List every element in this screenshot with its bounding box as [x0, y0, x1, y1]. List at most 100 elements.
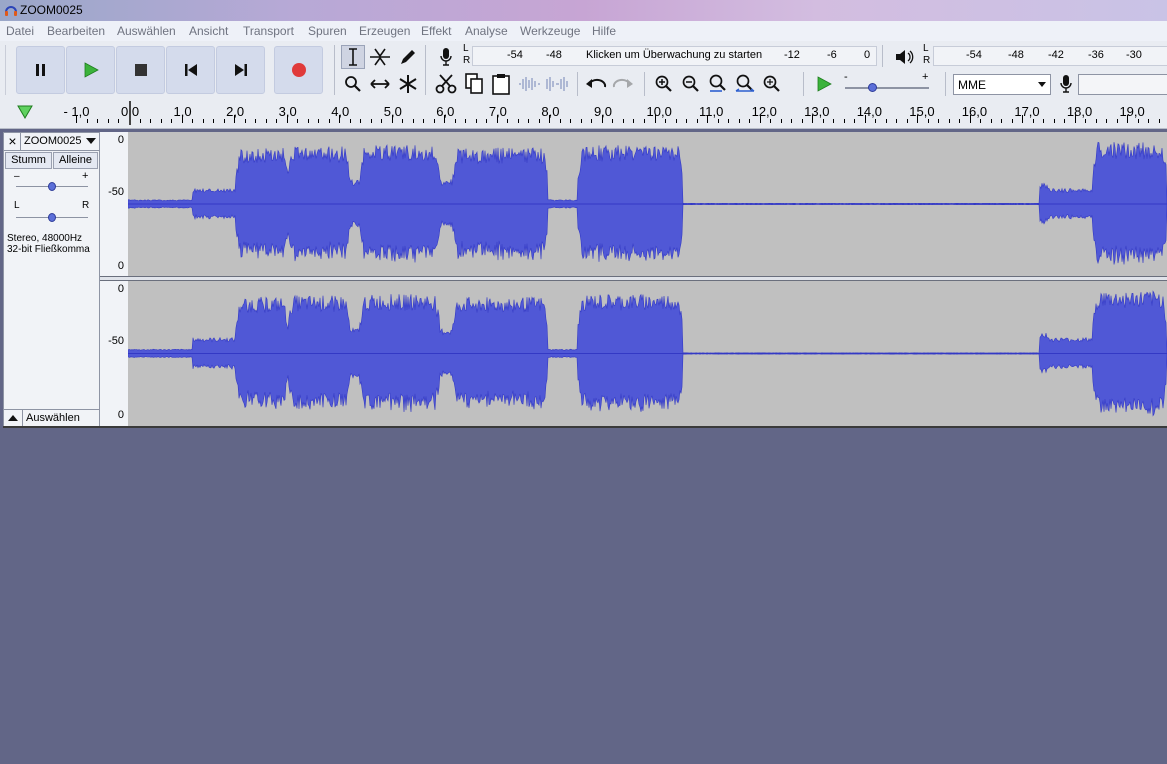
audio-host-value: MME	[958, 78, 986, 92]
ruler-tick	[444, 115, 446, 123]
ruler-tick	[854, 119, 856, 123]
menu-erzeugen[interactable]: Erzeugen	[359, 24, 410, 38]
track-name-menu[interactable]: ZOOM0025	[24, 135, 81, 147]
ruler-tick	[738, 119, 740, 123]
timeline-cursor	[129, 101, 131, 125]
menu-analyse[interactable]: Analyse	[465, 24, 508, 38]
scale-bottom-label: 0	[117, 409, 124, 421]
timeshift-tool[interactable]	[368, 72, 392, 96]
ruler-tick	[402, 119, 404, 123]
menu-hilfe[interactable]: Hilfe	[592, 24, 616, 38]
track-close-button[interactable]: ×	[5, 133, 21, 150]
track-control-panel: × ZOOM0025 Stumm Alleine – + L R Stereo,…	[3, 132, 100, 427]
ruler-tick	[1074, 115, 1076, 123]
paste-button[interactable]	[489, 72, 513, 96]
ruler-tick	[812, 115, 814, 123]
toolbar-grip[interactable]	[5, 45, 6, 95]
track-select-button[interactable]: Auswählen	[22, 410, 80, 426]
play-at-speed-button[interactable]	[812, 72, 836, 96]
trim-audio-icon	[519, 77, 540, 91]
waveform-left-channel[interactable]	[128, 132, 1167, 276]
scissors-icon	[435, 74, 457, 94]
zoom-in-button[interactable]	[652, 72, 676, 96]
envelope-tool[interactable]	[368, 45, 392, 69]
ruler-tick	[391, 115, 393, 123]
speed-slider-track[interactable]	[845, 87, 929, 89]
draw-tool[interactable]	[396, 45, 420, 69]
pause-button[interactable]	[16, 46, 65, 94]
menu-datei[interactable]: Datei	[6, 24, 34, 38]
toolbar-separator	[334, 45, 335, 95]
ruler-label: 9,0	[593, 104, 613, 119]
play-icon	[84, 62, 99, 78]
ruler-tick	[528, 119, 530, 123]
track-bottom-border	[3, 426, 1167, 428]
silence-button[interactable]	[545, 72, 569, 96]
stop-button[interactable]	[116, 46, 165, 94]
zoom-tool[interactable]	[341, 72, 365, 96]
audio-host-select[interactable]: MME	[953, 74, 1051, 95]
toolbar-separator	[945, 72, 946, 96]
pan-slider-thumb[interactable]	[48, 213, 56, 222]
ruler-tick	[927, 119, 929, 123]
ruler-tick	[843, 119, 845, 123]
zoom-fit-icon	[735, 74, 755, 92]
menu-ansicht[interactable]: Ansicht	[189, 24, 228, 38]
zoom-out-icon	[682, 75, 699, 92]
record-meter-hint: Klicken um Überwachung zu starten	[586, 49, 763, 61]
track-select-row[interactable]: Auswählen	[4, 409, 99, 426]
playback-meter[interactable]: -54 -48 -42 -36 -30	[933, 46, 1167, 66]
mute-button[interactable]: Stumm	[5, 152, 52, 169]
record-meter[interactable]: -54 -48 Klicken um Überwachung zu starte…	[472, 46, 877, 66]
multi-tool[interactable]	[396, 72, 420, 96]
ruler-tick	[1043, 119, 1045, 123]
selection-tool[interactable]	[341, 45, 365, 69]
meter-tick: -36	[1088, 49, 1104, 61]
zoom-selection-icon	[709, 74, 726, 92]
record-button[interactable]	[274, 46, 323, 94]
menu-transport[interactable]: Transport	[243, 24, 294, 38]
skip-end-button[interactable]	[216, 46, 265, 94]
gain-slider-thumb[interactable]	[48, 182, 56, 191]
speed-slider-thumb[interactable]	[868, 83, 877, 92]
menu-effekt[interactable]: Effekt	[421, 24, 451, 38]
record-meter-button[interactable]	[434, 45, 458, 69]
ruler-tick	[423, 119, 425, 123]
ruler-tick	[150, 119, 152, 123]
playhead-triangle-icon[interactable]	[17, 105, 33, 119]
chevron-down-icon[interactable]	[86, 138, 96, 145]
timeline-ruler[interactable]: - 1,00,01,02,03,04,05,06,07,08,09,010,01…	[0, 99, 1167, 129]
i-beam-icon	[349, 48, 357, 66]
cut-button[interactable]	[434, 72, 458, 96]
skip-start-button[interactable]	[166, 46, 215, 94]
copy-button[interactable]	[462, 72, 486, 96]
recording-device-select[interactable]	[1078, 74, 1167, 95]
menu-bearbeiten[interactable]: Bearbeiten	[47, 24, 105, 38]
zoom-toggle-button[interactable]	[760, 72, 784, 96]
track-format-rate: Stereo, 48000Hz	[7, 233, 83, 244]
redo-button[interactable]	[611, 72, 635, 96]
ruler-tick	[265, 119, 267, 123]
ruler-tick	[475, 119, 477, 123]
play-icon	[817, 76, 832, 92]
trim-button[interactable]	[517, 72, 541, 96]
menu-bar: Datei Bearbeiten Auswählen Ansicht Trans…	[0, 21, 1167, 41]
waveform-right-channel[interactable]	[128, 281, 1167, 426]
ruler-tick	[1085, 119, 1087, 123]
menu-werkzeuge[interactable]: Werkzeuge	[520, 24, 580, 38]
solo-button[interactable]: Alleine	[53, 152, 98, 169]
fit-selection-button[interactable]	[706, 72, 730, 96]
fit-project-button[interactable]	[733, 72, 757, 96]
ruler-tick	[938, 119, 940, 123]
collapse-track-icon[interactable]	[8, 415, 18, 422]
undo-button[interactable]	[584, 72, 608, 96]
ruler-tick	[255, 119, 257, 123]
menu-spuren[interactable]: Spuren	[308, 24, 347, 38]
ruler-tick	[339, 115, 341, 123]
playback-meter-button[interactable]	[893, 45, 917, 69]
menu-auswaehlen[interactable]: Auswählen	[117, 24, 176, 38]
ruler-tick	[896, 119, 898, 123]
play-button[interactable]	[66, 46, 115, 94]
ruler-tick	[223, 119, 225, 123]
zoom-out-button[interactable]	[679, 72, 703, 96]
